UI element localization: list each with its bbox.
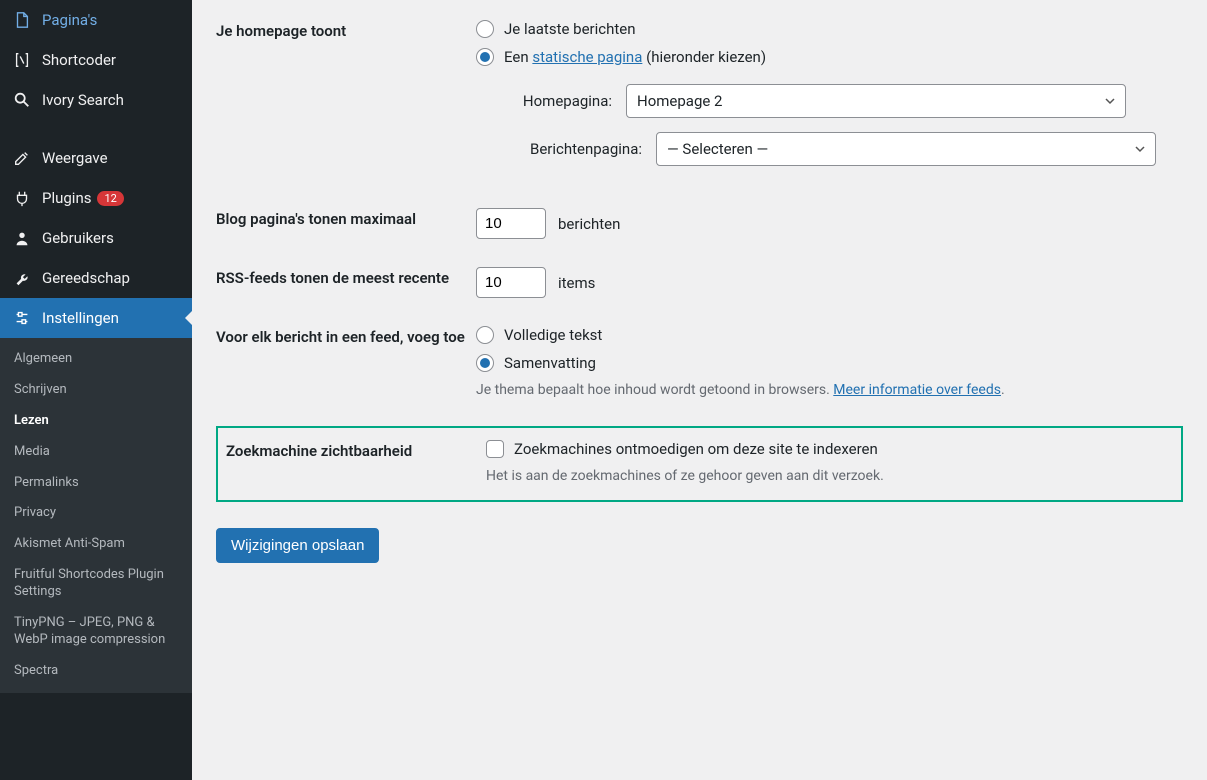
checkbox-icon (486, 440, 504, 458)
checkbox-label: Zoekmachines ontmoedigen om deze site te… (514, 440, 878, 458)
plugins-icon (12, 188, 32, 208)
sidebar-item-weergave[interactable]: Weergave (0, 138, 192, 178)
sidebar-item-shortcoder[interactable]: Shortcoder (0, 40, 192, 80)
settings-icon (12, 308, 32, 328)
settings-reading-form: Je homepage toont Je laatste berichten E… (192, 0, 1207, 780)
label-rss: RSS-feeds tonen de meest recente (216, 267, 476, 287)
sidebar-item-plugins[interactable]: Plugins 12 (0, 178, 192, 218)
row-homepage-displays: Je homepage toont Je laatste berichten E… (216, 20, 1183, 180)
sidebar-item-paginas[interactable]: Pagina's (0, 0, 192, 40)
sidebar-item-label: Gereedschap (42, 269, 130, 287)
submenu-fruitful[interactable]: Fruitful Shortcodes Plugin Settings (0, 560, 192, 608)
sidebar-item-gebruikers[interactable]: Gebruikers (0, 218, 192, 258)
admin-sidebar: Pagina's Shortcoder Ivory Search Weergav… (0, 0, 192, 780)
posts-page-select[interactable]: — Selecteren — (656, 132, 1156, 166)
sidebar-item-label: Shortcoder (42, 51, 116, 69)
radio-label: Samenvatting (504, 354, 596, 372)
radio-label: Je laatste berichten (504, 20, 636, 38)
sidebar-item-gereedschap[interactable]: Gereedschap (0, 258, 192, 298)
static-page-link[interactable]: statische pagina (532, 48, 642, 66)
sidebar-item-label: Plugins (42, 189, 91, 207)
radio-icon (476, 354, 494, 372)
shortcoder-icon (12, 50, 32, 70)
selected-value: Homepage 2 (637, 92, 722, 110)
radio-icon (476, 20, 494, 38)
radio-icon (476, 48, 494, 66)
homepage-select-label: Homepagina: (496, 92, 626, 110)
blog-max-suffix: berichten (558, 215, 620, 233)
sidebar-item-label: Gebruikers (42, 229, 114, 247)
label-homepage-displays: Je homepage toont (216, 20, 476, 40)
label-blog-max: Blog pagina's tonen maximaal (216, 208, 476, 228)
row-feed-content: Voor elk bericht in een feed, voeg toe V… (216, 326, 1183, 398)
submenu-media[interactable]: Media (0, 437, 192, 468)
blog-max-input[interactable] (476, 208, 546, 239)
submenu-privacy[interactable]: Privacy (0, 498, 192, 529)
radio-label: Een statische pagina (hieronder kiezen) (504, 48, 766, 66)
submenu-spectra[interactable]: Spectra (0, 656, 192, 687)
pages-icon (12, 10, 32, 30)
radio-full-text[interactable]: Volledige tekst (476, 326, 1183, 344)
submenu-permalinks[interactable]: Permalinks (0, 468, 192, 499)
search-visibility-highlight: Zoekmachine zichtbaarheid Zoekmachines o… (216, 426, 1183, 502)
settings-submenu: Algemeen Schrijven Lezen Media Permalink… (0, 338, 192, 693)
label-search-visibility: Zoekmachine zichtbaarheid (226, 440, 486, 460)
radio-latest-posts[interactable]: Je laatste berichten (476, 20, 1183, 38)
sidebar-item-label: Ivory Search (42, 91, 124, 109)
chevron-down-icon (1135, 144, 1145, 154)
sidebar-item-instellingen[interactable]: Instellingen (0, 298, 192, 338)
label-feed-content: Voor elk bericht in een feed, voeg toe (216, 326, 476, 346)
submenu-lezen[interactable]: Lezen (0, 406, 192, 437)
search-desc: Het is aan de zoekmachines of ze gehoor … (486, 468, 1173, 484)
posts-page-select-label: Berichtenpagina: (496, 140, 656, 158)
feeds-info-link[interactable]: Meer informatie over feeds (833, 382, 1001, 398)
sidebar-item-label: Pagina's (42, 11, 97, 29)
radio-label: Volledige tekst (504, 326, 602, 344)
radio-static-page[interactable]: Een statische pagina (hieronder kiezen) (476, 48, 1183, 66)
radio-icon (476, 326, 494, 344)
sidebar-item-label: Weergave (42, 149, 108, 167)
search-icon (12, 90, 32, 110)
feed-desc: Je thema bepaalt hoe inhoud wordt getoon… (476, 382, 1183, 398)
submenu-algemeen[interactable]: Algemeen (0, 344, 192, 375)
row-rss: RSS-feeds tonen de meest recente items (216, 267, 1183, 298)
rss-suffix: items (558, 274, 595, 292)
submenu-tinypng[interactable]: TinyPNG – JPEG, PNG & WebP image compres… (0, 608, 192, 656)
homepage-select[interactable]: Homepage 2 (626, 84, 1126, 118)
sidebar-item-label: Instellingen (42, 309, 119, 327)
checkbox-discourage-search[interactable]: Zoekmachines ontmoedigen om deze site te… (486, 440, 1173, 458)
save-changes-button[interactable]: Wijzigingen opslaan (216, 528, 379, 563)
row-search-visibility: Zoekmachine zichtbaarheid Zoekmachines o… (218, 440, 1173, 484)
sidebar-item-ivory-search[interactable]: Ivory Search (0, 80, 192, 120)
tools-icon (12, 268, 32, 288)
submenu-schrijven[interactable]: Schrijven (0, 375, 192, 406)
selected-value: — Selecteren — (667, 140, 768, 158)
users-icon (12, 228, 32, 248)
submenu-akismet[interactable]: Akismet Anti-Spam (0, 529, 192, 560)
appearance-icon (12, 148, 32, 168)
update-badge: 12 (97, 191, 123, 206)
rss-items-input[interactable] (476, 267, 546, 298)
chevron-down-icon (1105, 96, 1115, 106)
radio-summary[interactable]: Samenvatting (476, 354, 1183, 372)
row-blog-max: Blog pagina's tonen maximaal berichten (216, 208, 1183, 239)
